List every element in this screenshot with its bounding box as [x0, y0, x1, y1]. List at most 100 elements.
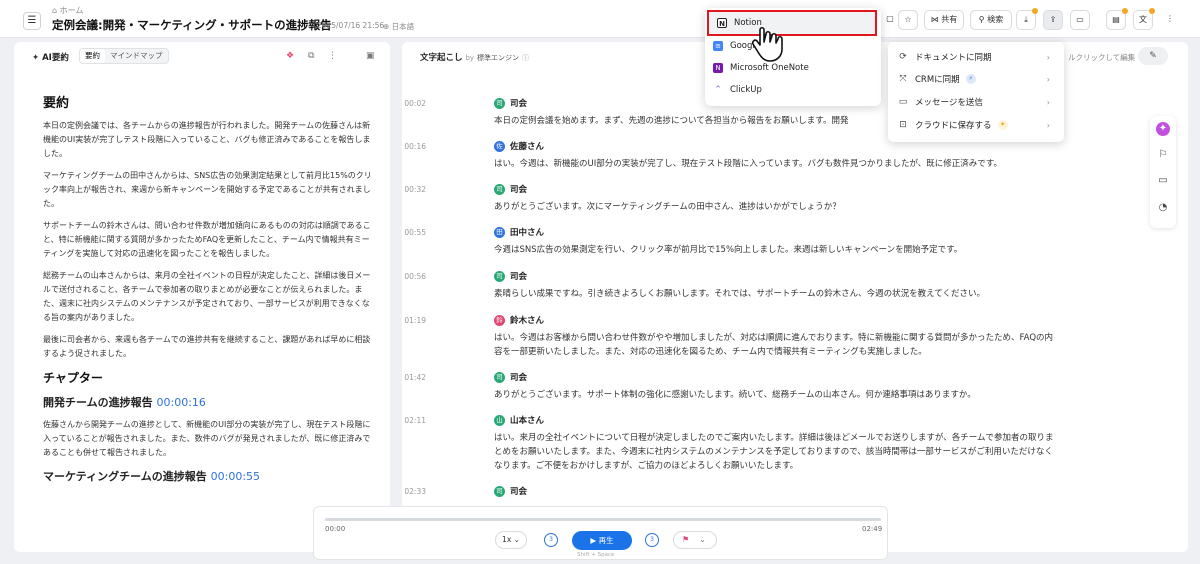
speaker-name[interactable]: 田中さん	[510, 226, 544, 238]
speaker-name[interactable]: 佐藤さん	[510, 140, 544, 152]
entry-text[interactable]: はい。来月の全社イベントについて日程が決定しましたのでご案内いたします。詳細は後…	[494, 431, 1054, 473]
tab-summary[interactable]: 要約	[80, 49, 105, 63]
google-docs-icon: ≡	[713, 41, 723, 51]
copy-icon[interactable]: ▢	[880, 10, 900, 30]
chevron-down-icon[interactable]: ⌄	[699, 535, 706, 544]
language-label[interactable]: ⊕ 日本語	[383, 21, 414, 32]
play-button[interactable]: ▶ 再生	[572, 531, 632, 550]
chapter-timestamp-link[interactable]: 00:00:55	[211, 470, 260, 483]
breadcrumb-home[interactable]: ホーム	[60, 6, 84, 15]
copy-icon[interactable]: ⧉	[308, 51, 314, 61]
tab-mindmap[interactable]: マインドマップ	[105, 49, 168, 63]
comment-icon[interactable]: ▭	[1156, 174, 1170, 188]
notification-dot	[1032, 8, 1038, 14]
entry-timestamp[interactable]: 01:19	[402, 316, 426, 325]
speaker: 鈴鈴木さん	[494, 313, 1054, 327]
transcript-entry[interactable]: 01:19 鈴鈴木さん はい。今週はお客様から問い合わせ件数がやや増加しましたが…	[404, 313, 1054, 359]
speaker-name[interactable]: 山本さん	[510, 414, 544, 426]
save-icon[interactable]: ▤	[1106, 8, 1128, 30]
more-icon[interactable]: ⋮	[1160, 10, 1180, 30]
speaker-name[interactable]: 司会	[510, 485, 527, 497]
transcript-entry[interactable]: 02:33 司司会	[404, 484, 1054, 498]
bookmark-icon[interactable]: ⚐	[1156, 148, 1170, 162]
entry-text[interactable]: ありがとうございます。サポート体制の強化に感謝いたします。続いて、総務チームの山…	[494, 388, 1054, 402]
ai-assist-icon[interactable]: ❖	[286, 51, 294, 61]
chapter-timestamp-link[interactable]: 00:00:16	[157, 396, 206, 409]
speaker: 司司会	[494, 269, 1054, 283]
transcript-entry[interactable]: 00:32 司司会 ありがとうございます。次にマーケティングチームの田中さん、進…	[404, 182, 1054, 214]
speaker-avatar: 佐	[494, 140, 505, 152]
entry-timestamp[interactable]: 00:56	[402, 272, 426, 281]
speaker-name[interactable]: 司会	[510, 97, 527, 109]
entry-text[interactable]: はい。今週はお客様から問い合わせ件数がやや増加しましたが、対応は順調に進んでおり…	[494, 331, 1054, 359]
speaker-name[interactable]: 司会	[510, 183, 527, 195]
play-shortcut-hint: Shift + Space	[577, 552, 615, 558]
entry-timestamp[interactable]: 00:32	[402, 185, 426, 194]
entry-timestamp[interactable]: 02:11	[402, 416, 426, 425]
export-onenote-label: Microsoft OneNote	[730, 63, 809, 73]
entry-text[interactable]: 素晴らしい成果ですね。引き続きよろしくお願いします。それでは、サポートチームの鈴…	[494, 287, 1054, 301]
playback-speed-button[interactable]: 1x ⌄	[495, 531, 527, 549]
folder-icon[interactable]: ▭	[1070, 10, 1090, 30]
summary-paragraph: 総務チームの山本さんからは、来月の全社イベントの日程が決定したこと、詳細は後日メ…	[43, 271, 371, 322]
sync-crm-item[interactable]: ⤧ CRMに同期 ⚡ ›	[898, 69, 1054, 89]
forward-icon[interactable]: 3	[645, 533, 659, 547]
speaker-avatar: 司	[494, 371, 505, 383]
download-icon[interactable]: ⤓	[1016, 8, 1038, 30]
summary-paragraph: マーケティングチームの田中さんからは、SNS広告の効果測定結果として前月比15%…	[43, 171, 372, 208]
info-icon[interactable]: ⓘ	[522, 54, 529, 62]
speaker-name[interactable]: 司会	[510, 270, 527, 282]
bookmark-button[interactable]: ⚑ ⌄	[673, 531, 717, 549]
transcript-entry[interactable]: 01:42 司司会 ありがとうございます。サポート体制の強化に感謝いたします。続…	[404, 370, 1054, 402]
speaker-name[interactable]: 鈴木さん	[510, 314, 544, 326]
translate-icon[interactable]: 文	[1133, 8, 1155, 30]
save-cloud-item[interactable]: ⊡ クラウドに保存する ✦ ›	[898, 115, 1054, 135]
sync-document-label: ドキュメントに同期	[915, 53, 992, 63]
speaker-name[interactable]: 司会	[510, 371, 527, 383]
notification-dot	[1122, 8, 1128, 14]
summary-paragraph: 最後に司会者から、来週も各チームでの進捗共有を継続すること、課題があれば早めに相…	[43, 335, 371, 358]
entry-text[interactable]: ありがとうございます。次にマーケティングチームの田中さん、進捗はいかがでしょうか…	[494, 200, 1054, 214]
entry-timestamp[interactable]: 00:02	[402, 99, 426, 108]
transcript-entry[interactable]: 00:16 佐佐藤さん はい。今週は、新機能のUI部分の実装が完了し、現在テスト…	[404, 139, 1054, 171]
progress-track[interactable]	[325, 518, 881, 521]
sync-document-item[interactable]: ⟳ ドキュメントに同期 ›	[898, 47, 1054, 67]
side-toolbar: ✦ ⚐ ▭ ◔	[1150, 116, 1176, 228]
menu-icon[interactable]: ☰	[23, 12, 41, 30]
entry-timestamp[interactable]: 02:33	[402, 487, 426, 496]
star-icon[interactable]: ☆	[898, 10, 918, 30]
entry-timestamp[interactable]: 00:55	[402, 228, 426, 237]
total-time: 02:49	[862, 525, 883, 533]
transcript-entry[interactable]: 00:56 司司会 素晴らしい成果ですね。引き続きよろしくお願いします。それでは…	[404, 269, 1054, 301]
pro-badge-icon: ⚡	[965, 74, 976, 84]
entry-text[interactable]: 今週はSNS広告の効果測定を行い、クリック率が前月比で15%向上しました。来週は…	[494, 243, 1054, 257]
transcript-header: 文字起こし by 標準エンジン ⓘ	[420, 51, 529, 63]
entry-timestamp[interactable]: 00:16	[402, 142, 426, 151]
ai-summary-header: ✦ AI要約	[32, 53, 69, 63]
share-button[interactable]: ⋈ 共有	[924, 10, 964, 30]
transcript-entry[interactable]: 00:55 田田中さん 今週はSNS広告の効果測定を行い、クリック率が前月比で1…	[404, 225, 1054, 257]
sync-dropdown: ⟳ ドキュメントに同期 › ⤧ CRMに同期 ⚡ › ▭ メッセージを送信 › ⊡ クラウドに保…	[888, 42, 1064, 142]
edit-pencil-icon[interactable]: ✎	[1138, 47, 1168, 65]
chart-icon[interactable]: ◔	[1156, 201, 1170, 215]
page-title[interactable]: 定例会議:開発・マーケティング・サポートの進捗報告	[52, 17, 332, 33]
collapse-panel-icon[interactable]: ▣	[366, 51, 375, 61]
send-message-item[interactable]: ▭ メッセージを送信 ›	[898, 92, 1054, 112]
more-icon[interactable]: ⋮	[328, 51, 337, 61]
chapter-text: 佐藤さんから開発チームの進捗として、新機能のUI部分の実装が完了し、現在テスト段…	[43, 420, 371, 457]
transcript-entry[interactable]: 02:11 山山本さん はい。来月の全社イベントについて日程が決定しましたのでご…	[404, 413, 1054, 473]
search-button[interactable]: ⚲ 検索	[970, 10, 1012, 30]
chapter-title: 開発チームの進捗報告 00:00:16	[43, 394, 373, 410]
hand-cursor-icon	[752, 26, 783, 62]
engine-name[interactable]: 標準エンジン	[477, 54, 519, 62]
ai-assistant-icon[interactable]: ✦	[1156, 122, 1170, 136]
sync-crm-label: CRMに同期	[915, 75, 960, 85]
breadcrumb[interactable]: ⌂ ホーム	[52, 5, 83, 16]
rewind-icon[interactable]: 3	[544, 533, 558, 547]
export-icon[interactable]: ⇪	[1043, 10, 1063, 30]
engine-by: by	[465, 54, 475, 62]
entry-text[interactable]: はい。今週は、新機能のUI部分の実装が完了し、現在テスト段階に入っています。バグ…	[494, 157, 1054, 171]
entry-timestamp[interactable]: 01:42	[402, 373, 426, 382]
message-icon: ▭	[898, 97, 908, 107]
export-clickup[interactable]: ⌃ ClickUp	[713, 80, 762, 100]
